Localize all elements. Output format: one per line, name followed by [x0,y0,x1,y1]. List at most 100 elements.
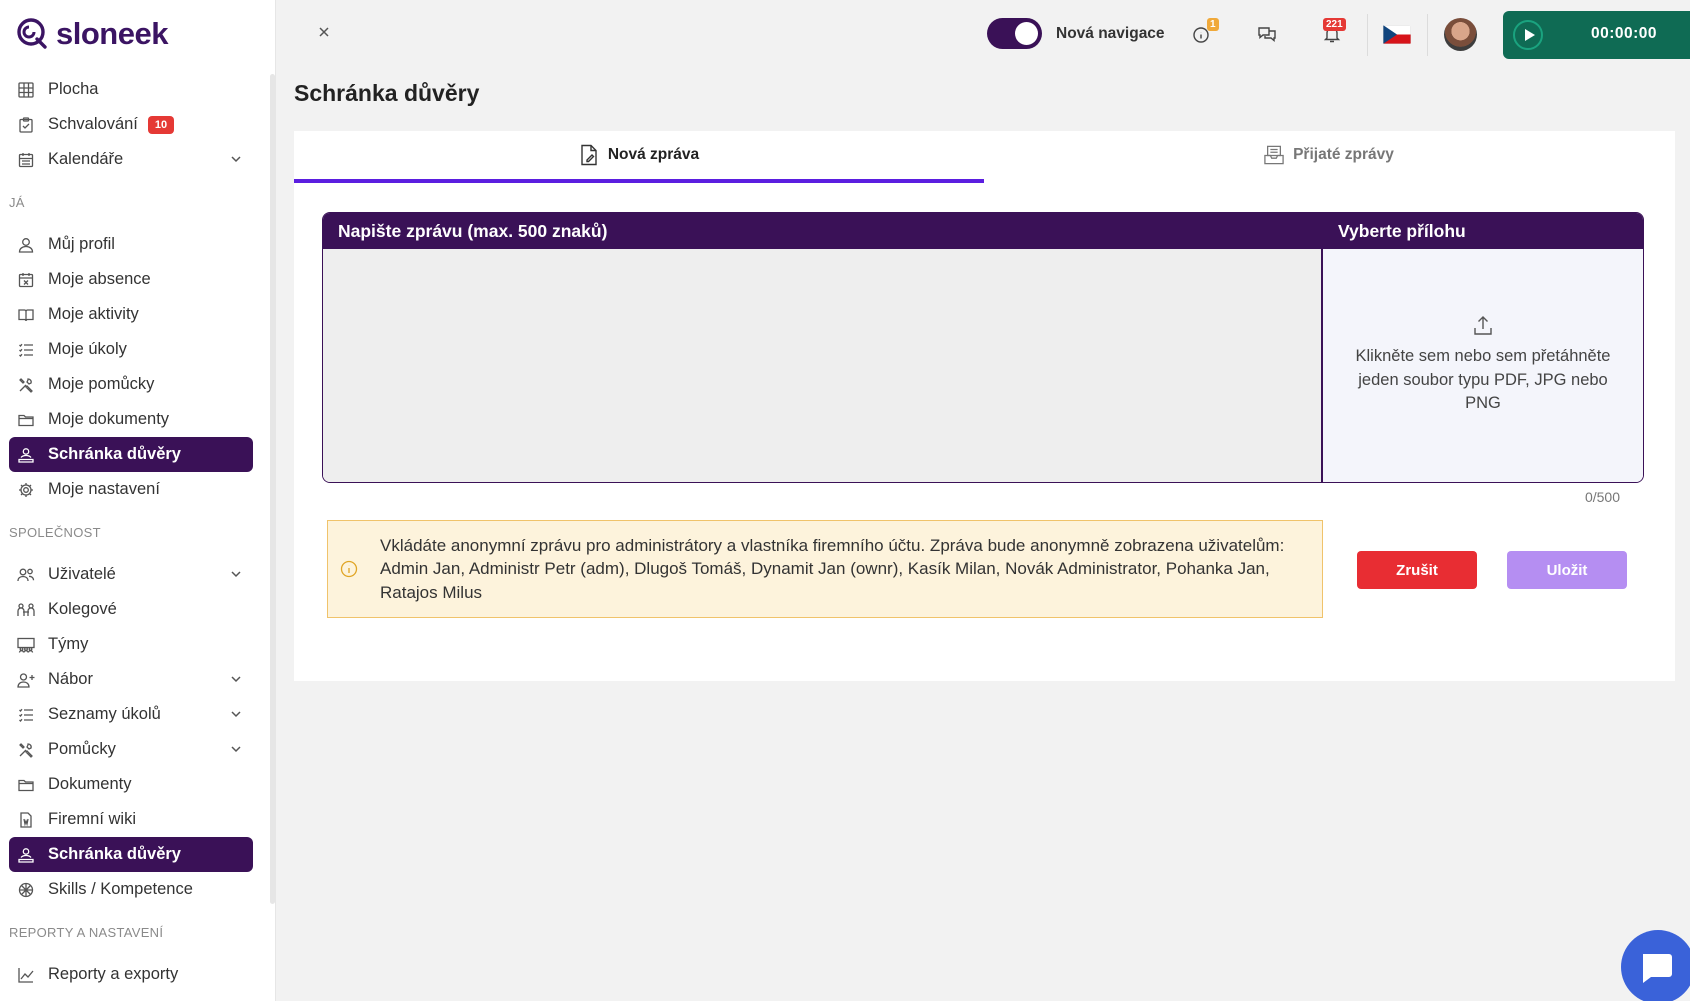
sidebar-item-moje-pomucky[interactable]: Moje pomůcky [9,367,253,402]
sidebar-item-muj-profil[interactable]: Můj profil [9,227,253,262]
message-header: Napište zprávu (max. 500 znaků) [323,213,1323,249]
sidebar-item-label: Moje aktivity [48,305,139,323]
file-dropzone[interactable]: Klikněte sem nebo sem přetáhněte jeden s… [1323,249,1643,482]
wiki-icon [17,811,35,829]
support-chat-button[interactable] [1621,930,1690,1001]
new-navigation-label: Nová navigace [1056,25,1165,42]
brand-name: sloneek [56,16,168,51]
tab-label: Nová zpráva [607,146,700,163]
sidebar-item-label: Schránka důvěry [48,445,181,463]
sidebar-item-moje-aktivity[interactable]: Moje aktivity [9,297,253,332]
sidebar-item-pomucky[interactable]: Pomůcky [9,732,253,767]
checklist-icon [17,706,35,724]
tab-received-messages[interactable]: Přijaté zprávy [984,131,1674,179]
sidebar-item-label: Seznamy úkolů [48,705,161,723]
sidebar-item-moje-ukoly[interactable]: Moje úkoly [9,332,253,367]
dropzone-text: Klikněte sem nebo sem přetáhněte jeden s… [1355,347,1611,413]
colleagues-icon [17,601,35,619]
cancel-button[interactable]: Zrušit [1357,551,1477,589]
chevron-down-icon[interactable] [229,567,243,581]
sidebar-item-label: Reporty a exporty [48,965,179,983]
section-heading-me: JÁ [9,194,25,210]
divider [1427,14,1428,56]
sidebar-item-label: Uživatelé [48,565,116,583]
sidebar-item-kalendare[interactable]: Kalendáře [9,142,253,177]
chat-bubble-icon [1643,954,1672,983]
sidebar-item-skills[interactable]: Skills / Kompetence [9,872,253,907]
sidebar-item-label: Nábor [48,670,93,688]
sidebar-item-seznamy-ukolu[interactable]: Seznamy úkolů [9,697,253,732]
notifications-badge: 221 [1323,18,1346,31]
top-bar: Nová navigace 1 221 00:00:00 [277,0,1690,70]
sidebar-item-firemni-wiki[interactable]: Firemní wiki [9,802,253,837]
tools-icon [17,741,35,759]
calendar-x-icon [17,271,35,289]
sidebar-item-moje-nastaveni[interactable]: Moje nastavení [9,472,253,507]
sidebar-item-moje-dokumenty[interactable]: Moje dokumenty [9,402,253,437]
tabs: Nová zpráva Přijaté zprávy [294,131,1675,183]
sidebar-item-label: Moje absence [48,270,151,288]
sidebar-item-label: Kalendáře [48,150,124,168]
folder-icon [17,776,35,794]
notice-text: Vkládáte anonymní zprávu pro administrát… [380,535,1285,602]
sidebar-scrollbar[interactable] [270,74,275,904]
clipboard-check-icon [17,116,35,134]
attachment-header: Vyberte přílohu [1323,213,1643,249]
section-heading-reports: REPORTY A NASTAVENÍ [9,924,164,940]
folder-icon [17,411,35,429]
czech-flag-icon[interactable] [1383,25,1411,44]
chevron-down-icon[interactable] [229,707,243,721]
logo-icon [17,18,47,49]
gear-icon [17,481,35,499]
info-badge: 1 [1207,18,1219,31]
timer-value: 00:00:00 [1590,25,1658,42]
sidebar-item-label: Moje úkoly [48,340,127,358]
sidebar-item-label: Kolegové [48,600,117,618]
chevron-down-icon[interactable] [229,742,243,756]
new-navigation-toggle[interactable] [987,18,1042,49]
sidebar-item-reporty[interactable]: Reporty a exporty [9,957,253,992]
tab-new-message[interactable]: Nová zpráva [294,131,984,183]
sidebar-item-uzivatele[interactable]: Uživatelé [9,557,253,592]
sidebar-item-label: Skills / Kompetence [48,880,193,898]
sidebar-item-schranka-duvery-company[interactable]: Schránka důvěry [9,837,253,872]
close-icon[interactable] [317,25,331,39]
sidebar-item-tymy[interactable]: Týmy [9,627,253,662]
divider [1367,14,1368,56]
save-button[interactable]: Uložit [1507,551,1627,589]
sidebar-item-kolegove[interactable]: Kolegové [9,592,253,627]
section-heading-company: SPOLEČNOST [9,524,101,540]
sidebar-item-schvalovani[interactable]: Schvalování 10 [9,107,253,142]
sidebar: sloneek Plocha Schvalování 10 Kalendáře … [0,0,276,1001]
chevron-down-icon[interactable] [229,672,243,686]
attachment-box: Vyberte přílohu Klikněte sem nebo sem př… [1322,212,1644,483]
checklist-icon [17,341,35,359]
calendar-icon [17,151,35,169]
sidebar-item-plocha[interactable]: Plocha [9,72,253,107]
sloneek-logo[interactable]: sloneek [16,16,168,52]
document-edit-icon [581,144,597,166]
time-tracker: 00:00:00 [1503,11,1690,59]
sidebar-item-moje-absence[interactable]: Moje absence [9,262,253,297]
anonymous-notice: Vkládáte anonymní zprávu pro administrát… [327,520,1323,618]
sidebar-item-dokumenty[interactable]: Dokumenty [9,767,253,802]
users-icon [17,566,35,584]
sidebar-item-nabor[interactable]: Nábor [9,662,253,697]
sidebar-item-schranka-duvery-me[interactable]: Schránka důvěry [9,437,253,472]
trust-box-icon [17,846,35,864]
sidebar-item-label: Moje dokumenty [48,410,170,428]
chevron-down-icon[interactable] [229,152,243,166]
info-icon [340,560,358,578]
book-icon [17,306,35,324]
sidebar-item-label: Schránka důvěry [48,845,181,863]
chart-icon [17,966,35,984]
chat-icon[interactable] [1257,24,1277,44]
sidebar-item-label: Moje nastavení [48,480,160,498]
play-icon[interactable] [1513,20,1543,50]
trust-box-card: Nová zpráva Přijaté zprávy Napište zpráv… [294,131,1675,681]
sidebar-item-label: Pomůcky [48,740,116,758]
inbox-icon [1264,145,1284,165]
sidebar-item-label: Týmy [48,635,89,653]
message-textarea[interactable] [323,249,1323,482]
avatar[interactable] [1444,18,1477,51]
